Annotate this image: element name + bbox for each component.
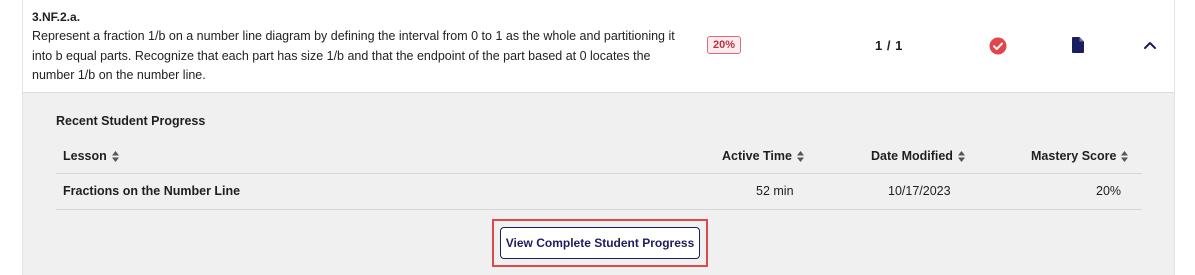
recent-progress-panel: Recent Student Progress Lesson Active Ti… xyxy=(22,93,1175,275)
completion-fraction: 1 / 1 xyxy=(875,38,903,53)
standard-code: 3.NF.2.a. xyxy=(32,10,81,24)
panel-title: Recent Student Progress xyxy=(56,114,206,128)
check-circle-icon xyxy=(989,37,1007,55)
cell-lesson: Fractions on the Number Line xyxy=(63,184,241,198)
cell-mastery-score: 20% xyxy=(1096,184,1122,198)
cell-active-time: 52 min xyxy=(756,184,794,198)
standard-description: Represent a fraction 1/b on a number lin… xyxy=(32,29,675,82)
column-header-date-modified[interactable]: Date Modified xyxy=(871,149,965,163)
sort-icon xyxy=(796,151,804,163)
chevron-up-icon[interactable] xyxy=(1143,39,1157,51)
column-header-lesson[interactable]: Lesson xyxy=(63,149,119,163)
sort-icon xyxy=(111,151,119,163)
table-header: Lesson Active Time Date Modified Mastery… xyxy=(56,137,1142,174)
table-row: Fractions on the Number Line 52 min 10/1… xyxy=(56,174,1142,210)
column-header-mastery-score[interactable]: Mastery Score xyxy=(1031,149,1129,163)
score-badge: 20% xyxy=(707,36,741,54)
cell-date-modified: 10/17/2023 xyxy=(888,184,951,198)
view-complete-progress-button[interactable]: View Complete Student Progress xyxy=(500,227,700,259)
document-icon[interactable] xyxy=(1072,37,1084,53)
standard-row: 3.NF.2.a. Represent a fraction 1/b on a … xyxy=(22,0,1175,93)
highlight-box: View Complete Student Progress xyxy=(492,219,708,267)
progress-table: Lesson Active Time Date Modified Mastery… xyxy=(56,137,1142,210)
sort-icon xyxy=(957,151,965,163)
sort-icon xyxy=(1121,151,1129,163)
column-header-active-time[interactable]: Active Time xyxy=(722,149,804,163)
